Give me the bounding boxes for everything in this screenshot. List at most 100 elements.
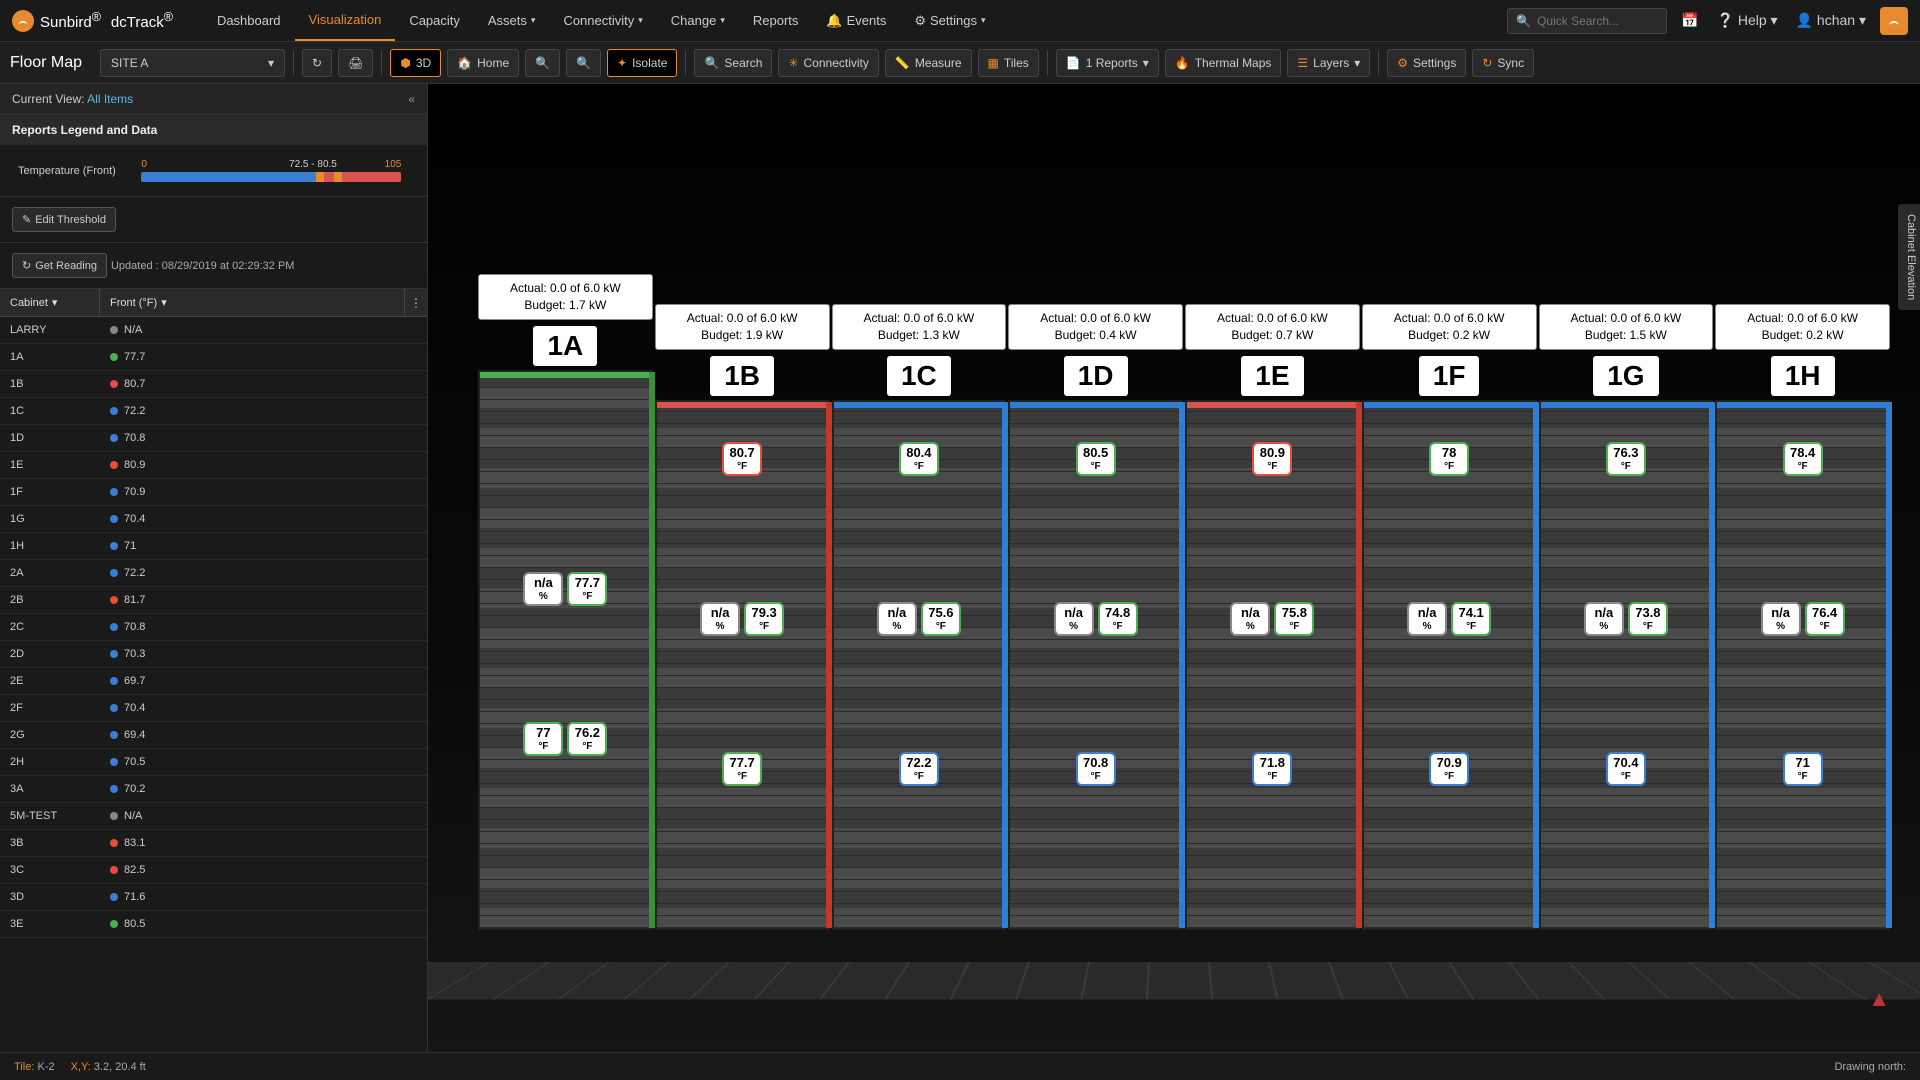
table-row[interactable]: 2G69.4 — [0, 722, 427, 749]
table-row[interactable]: 2B81.7 — [0, 587, 427, 614]
tiles-button[interactable]: ▦Tiles — [978, 49, 1039, 77]
gauge-handle-high[interactable] — [334, 172, 342, 182]
rack-1E[interactable]: Actual: 0.0 of 6.0 kWBudget: 0.7 kW 1E 8… — [1185, 304, 1360, 930]
col-cabinet[interactable]: Cabinet ▾ — [0, 289, 100, 316]
sensor-badge: 76.3°F — [1606, 442, 1646, 476]
status-dot — [110, 893, 118, 901]
status-dot — [110, 677, 118, 685]
nav-events[interactable]: 🔔 Events — [812, 0, 900, 41]
status-dot — [110, 920, 118, 928]
table-row[interactable]: 3D71.6 — [0, 884, 427, 911]
table-row[interactable]: LARRYN/A — [0, 317, 427, 344]
table-row[interactable]: 2D70.3 — [0, 641, 427, 668]
edit-threshold-button[interactable]: ✎Edit Threshold — [12, 207, 116, 232]
home-icon: 🏠 — [457, 56, 472, 70]
rack-1D[interactable]: Actual: 0.0 of 6.0 kWBudget: 0.4 kW 1D 8… — [1008, 304, 1183, 930]
cabinet-table[interactable]: LARRYN/A1A77.71B80.71C72.21D70.81E80.91F… — [0, 317, 427, 1052]
rack-1C[interactable]: Actual: 0.0 of 6.0 kWBudget: 1.3 kW 1C 8… — [832, 304, 1007, 930]
table-row[interactable]: 2C70.8 — [0, 614, 427, 641]
table-more-icon[interactable]: ⋮ — [405, 289, 427, 316]
rack-1G[interactable]: Actual: 0.0 of 6.0 kWBudget: 1.5 kW 1G 7… — [1539, 304, 1714, 930]
col-front[interactable]: Front (°F) ▾ — [100, 289, 405, 316]
rack-1B[interactable]: Actual: 0.0 of 6.0 kWBudget: 1.9 kW 1B 8… — [655, 304, 830, 930]
help-menu[interactable]: ❔ Help ▾ — [1713, 8, 1782, 33]
home-button[interactable]: 🏠Home — [447, 49, 519, 77]
nav-settings[interactable]: ⚙ Settings ▾ — [900, 0, 999, 41]
rack-power-tooltip: Actual: 0.0 of 6.0 kWBudget: 0.4 kW — [1008, 304, 1183, 350]
rack-body[interactable]: 78.4°Fn/a%76.4°F71°F — [1715, 400, 1890, 930]
connectivity-button[interactable]: ✳Connectivity — [778, 49, 878, 77]
nav-capacity[interactable]: Capacity — [395, 0, 474, 41]
print-button[interactable]: 🖨 — [338, 49, 373, 77]
rack-body[interactable]: 80.5°Fn/a%74.8°F70.8°F — [1008, 400, 1183, 930]
rack-body[interactable]: 80.4°Fn/a%75.6°F72.2°F — [832, 400, 1007, 930]
calendar-icon[interactable]: 📅 — [1677, 8, 1702, 33]
nav-reports[interactable]: Reports — [739, 0, 813, 41]
rack-body[interactable]: n/a%77.7°F77°F76.2°F — [478, 370, 653, 930]
rack-body[interactable]: 80.7°Fn/a%79.3°F77.7°F — [655, 400, 830, 930]
search-button[interactable]: 🔍Search — [694, 49, 772, 77]
refresh-icon: ↻ — [22, 259, 31, 272]
nav-visualization[interactable]: Visualization — [295, 0, 396, 41]
collapse-sidebar-icon[interactable]: « — [408, 92, 415, 106]
table-row[interactable]: 1F70.9 — [0, 479, 427, 506]
refresh-button[interactable]: ↻ — [302, 49, 332, 77]
search-input[interactable] — [1537, 14, 1658, 28]
zoom-in-button[interactable]: 🔍 — [525, 49, 560, 77]
nav-change[interactable]: Change ▾ — [657, 0, 739, 41]
rack-body[interactable]: 78°Fn/a%74.1°F70.9°F — [1362, 400, 1537, 930]
gauge-handle-low[interactable] — [316, 172, 324, 182]
sensor-badge: 80.5°F — [1076, 442, 1116, 476]
table-row[interactable]: 1E80.9 — [0, 452, 427, 479]
reports-button[interactable]: 📄1 Reports ▾ — [1056, 49, 1159, 77]
3d-viewport[interactable]: Actual: 0.0 of 6.0 kWBudget: 1.7 kW 1A n… — [428, 84, 1920, 1052]
measure-button[interactable]: 📏Measure — [885, 49, 972, 77]
user-avatar[interactable] — [1880, 7, 1908, 35]
rack-1H[interactable]: Actual: 0.0 of 6.0 kWBudget: 0.2 kW 1H 7… — [1715, 304, 1890, 930]
get-reading-button[interactable]: ↻Get Reading — [12, 253, 107, 278]
table-row[interactable]: 1C72.2 — [0, 398, 427, 425]
product-name: dcTrack — [111, 14, 164, 31]
layers-button[interactable]: ☰Layers ▾ — [1287, 49, 1370, 77]
settings-button[interactable]: ⚙Settings — [1387, 49, 1466, 77]
thermal-button[interactable]: 🔥Thermal Maps — [1165, 49, 1282, 77]
table-row[interactable]: 2F70.4 — [0, 695, 427, 722]
current-view-bar: Current View: All Items « — [0, 84, 427, 115]
table-row[interactable]: 2H70.5 — [0, 749, 427, 776]
isolate-button[interactable]: ✦Isolate — [607, 49, 677, 77]
cabinet-elevation-tab[interactable]: Cabinet Elevation — [1898, 204, 1920, 310]
table-row[interactable]: 3B83.1 — [0, 830, 427, 857]
table-row[interactable]: 3A70.2 — [0, 776, 427, 803]
nav-assets[interactable]: Assets ▾ — [474, 0, 550, 41]
rack-body[interactable]: 80.9°Fn/a%75.8°F71.8°F — [1185, 400, 1360, 930]
site-selector[interactable]: SITE A▾ — [100, 49, 285, 77]
sync-button[interactable]: ↻Sync — [1472, 49, 1534, 77]
3d-toggle[interactable]: ⬢3D — [390, 49, 441, 77]
rack-body[interactable]: 76.3°Fn/a%73.8°F70.4°F — [1539, 400, 1714, 930]
rack-1A[interactable]: Actual: 0.0 of 6.0 kWBudget: 1.7 kW 1A n… — [478, 274, 653, 930]
table-row[interactable]: 1B80.7 — [0, 371, 427, 398]
table-row[interactable]: 1D70.8 — [0, 425, 427, 452]
nav-dashboard[interactable]: Dashboard — [203, 0, 295, 41]
ruler-icon: 📏 — [895, 56, 910, 70]
table-row[interactable]: 5M-TESTN/A — [0, 803, 427, 830]
sensor-badge: 79.3°F — [744, 602, 784, 636]
nav-connectivity[interactable]: Connectivity ▾ — [549, 0, 656, 41]
table-row[interactable]: 1H71 — [0, 533, 427, 560]
rack-label: 1G — [1593, 356, 1658, 396]
table-row[interactable]: 2E69.7 — [0, 668, 427, 695]
sync-icon: ↻ — [1482, 56, 1492, 70]
status-tile: K-2 — [37, 1061, 54, 1073]
current-view-link[interactable]: All Items — [87, 92, 133, 106]
quick-search[interactable]: 🔍 — [1507, 8, 1667, 34]
table-row[interactable]: 1A77.7 — [0, 344, 427, 371]
table-row[interactable]: 2A72.2 — [0, 560, 427, 587]
sensor-badge: 78°F — [1429, 442, 1469, 476]
table-row[interactable]: 1G70.4 — [0, 506, 427, 533]
gauge-bar[interactable] — [141, 172, 401, 182]
table-row[interactable]: 3C82.5 — [0, 857, 427, 884]
table-row[interactable]: 3E80.5 — [0, 911, 427, 938]
rack-1F[interactable]: Actual: 0.0 of 6.0 kWBudget: 0.2 kW 1F 7… — [1362, 304, 1537, 930]
user-menu[interactable]: 👤 hchan ▾ — [1792, 8, 1870, 33]
zoom-out-button[interactable]: 🔍 — [566, 49, 601, 77]
